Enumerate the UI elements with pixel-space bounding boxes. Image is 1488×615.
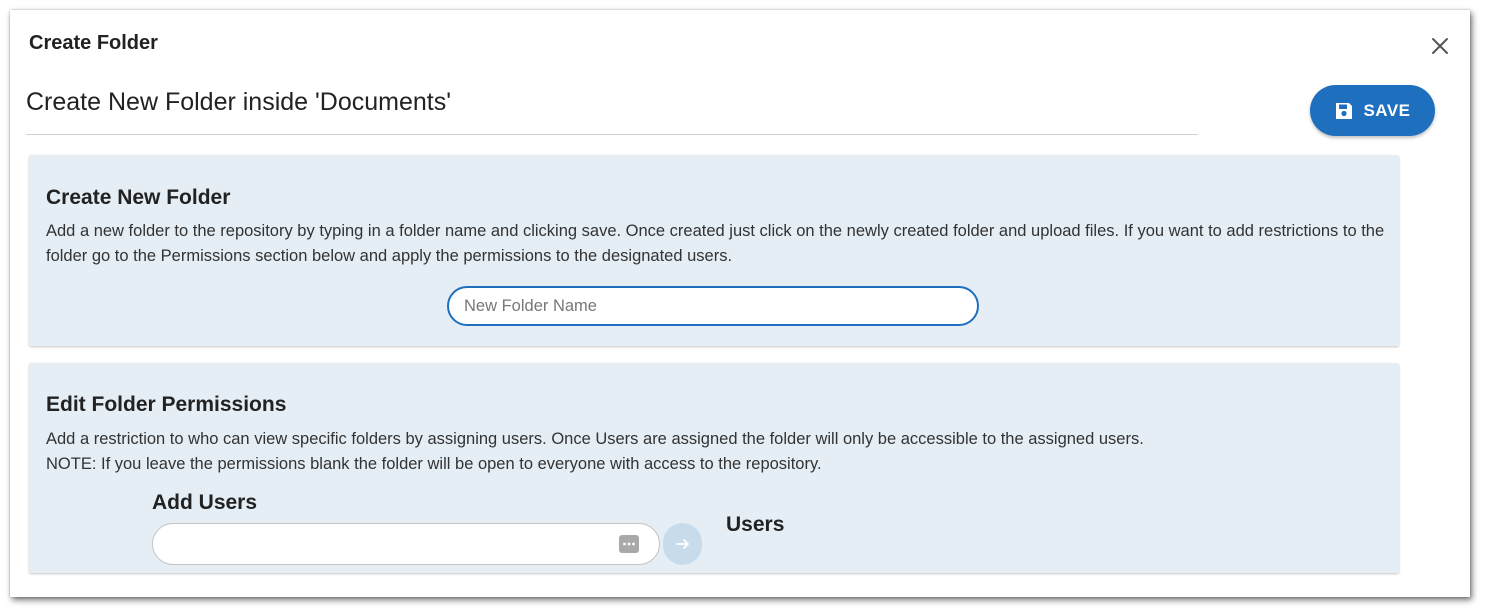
permissions-description-line: Add a restriction to who can view specif… xyxy=(46,430,1144,448)
add-users-label: Add Users xyxy=(152,491,258,514)
page-heading: Create New Folder inside 'Documents' xyxy=(26,88,451,116)
create-folder-panel: Create New Folder Add a new folder to th… xyxy=(29,155,1399,346)
create-folder-description: Add a new folder to the repository by ty… xyxy=(46,222,1385,265)
floppy-disk-icon xyxy=(1336,102,1353,119)
close-icon xyxy=(1432,38,1448,54)
save-button[interactable]: SAVE xyxy=(1310,85,1435,136)
add-users-field[interactable] xyxy=(152,523,660,566)
create-folder-title: Create New Folder xyxy=(46,186,231,209)
save-button-label: SAVE xyxy=(1363,100,1411,120)
dialog-title: Create Folder xyxy=(29,32,158,54)
heading-divider xyxy=(26,134,1198,135)
users-label: Users xyxy=(726,513,785,536)
add-users-input[interactable] xyxy=(167,524,611,566)
permissions-title: Edit Folder Permissions xyxy=(46,393,287,416)
add-user-button[interactable] xyxy=(663,523,702,565)
permissions-description: Add a restriction to who can view specif… xyxy=(46,427,1391,477)
arrow-right-icon xyxy=(675,539,689,549)
ellipsis-box-icon[interactable] xyxy=(619,535,639,553)
folder-permissions-panel: Edit Folder Permissions Add a restrictio… xyxy=(29,363,1399,573)
create-folder-dialog: Create Folder Create New Folder inside '… xyxy=(10,10,1470,597)
permissions-note: NOTE: If you leave the permissions blank… xyxy=(46,455,822,473)
folder-name-input[interactable] xyxy=(447,286,979,326)
close-button[interactable] xyxy=(1428,34,1452,58)
